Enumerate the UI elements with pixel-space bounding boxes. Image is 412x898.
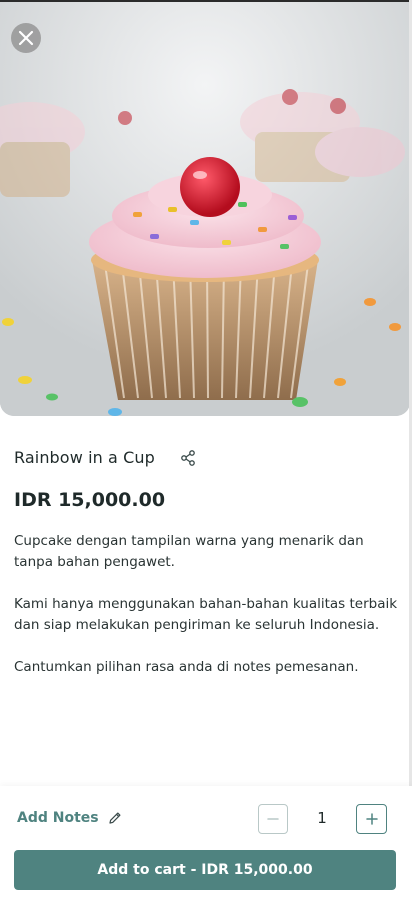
description-paragraph: Cantumkan pilihan rasa anda di notes pem… <box>14 659 359 675</box>
add-notes-button[interactable]: Add Notes <box>17 810 122 826</box>
close-button[interactable] <box>11 23 41 53</box>
product-image <box>0 2 410 416</box>
minus-icon <box>267 818 279 820</box>
pencil-icon <box>109 812 121 824</box>
share-icon <box>181 449 195 466</box>
quantity-increase-button[interactable] <box>356 804 387 834</box>
plus-icon <box>365 813 378 825</box>
close-icon <box>18 30 34 46</box>
add-notes-label: Add Notes <box>17 810 99 826</box>
product-header: Rainbow in a Cup <box>14 448 197 467</box>
quantity-value: 1 <box>317 809 327 827</box>
cupcake-photo <box>0 2 410 416</box>
share-button[interactable] <box>179 449 197 467</box>
description-paragraph: Cupcake dengan tampilan warna yang menar… <box>14 533 364 570</box>
product-price: IDR 15,000.00 <box>14 489 166 511</box>
description-paragraph: Kami hanya menggunakan bahan-bahan kuali… <box>14 596 398 633</box>
product-description: Cupcake dengan tampilan warna yang menar… <box>14 531 399 699</box>
add-to-cart-button[interactable]: Add to cart - IDR 15,000.00 <box>14 850 396 890</box>
product-title: Rainbow in a Cup <box>14 448 155 467</box>
quantity-decrease-button[interactable] <box>258 804 288 834</box>
